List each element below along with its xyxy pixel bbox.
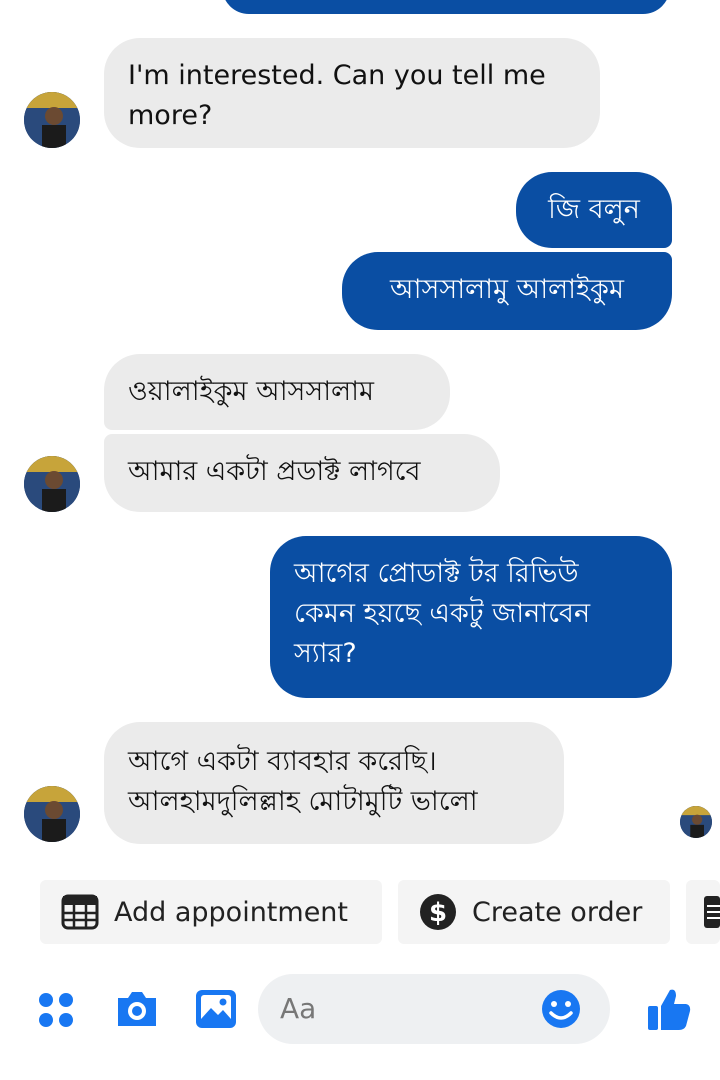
menu-dots-icon[interactable] [36,990,76,1030]
message-bubble-incoming[interactable]: ওয়ালাইকুম আসসালাম [104,354,450,430]
contact-avatar[interactable] [24,92,80,148]
contact-avatar[interactable] [24,786,80,842]
avatar-photo-icon [24,92,80,148]
dollar-icon: $ [420,894,456,930]
message-bubble-outgoing[interactable]: আসসালামু আলাইকুম [342,252,672,330]
avatar-photo-icon [24,456,80,512]
quick-reply-create-order[interactable]: $ Create order [398,880,670,944]
emoji-icon[interactable] [540,988,582,1030]
quick-reply-label: Create order [472,896,643,928]
calendar-icon [61,894,99,930]
message-text: আগের প্রোডাক্ট টর রিভিউ কেমন হয়ছে একটু … [294,558,591,669]
message-text: আগে একটা ব্যাবহার করেছি। আলহামদুলিল্লাহ … [128,746,478,817]
svg-text:$: $ [429,898,447,928]
message-bubble-incoming[interactable]: আগে একটা ব্যাবহার করেছি। আলহামদুলিল্লাহ … [104,722,564,844]
message-text: আমার একটা প্রডাক্ট লাগবে [128,456,421,487]
thumbs-up-icon[interactable] [646,986,692,1032]
quick-reply-add-appointment[interactable]: Add appointment [40,880,382,944]
message-bubble-incoming[interactable]: I'm interested. Can you tell me more? [104,38,600,148]
gallery-icon[interactable] [194,988,238,1030]
message-bubble-outgoing[interactable]: জি বলুন [516,172,672,248]
quick-reply-label: Add appointment [114,896,349,928]
quick-reply-more[interactable] [686,880,720,944]
message-bubble-outgoing[interactable]: আগের প্রোডাক্ট টর রিভিউ কেমন হয়ছে একটু … [270,536,672,698]
partial-outgoing-bubble [222,0,670,14]
avatar-photo-icon [680,806,712,838]
message-text: ওয়ালাইকুম আসসালাম [128,376,374,407]
list-icon [704,896,720,928]
message-input-placeholder: Aa [280,992,317,1025]
contact-avatar[interactable] [24,456,80,512]
message-text: আসসালামু আলাইকুম [390,274,624,305]
avatar-photo-icon [24,786,80,842]
message-text: I'm interested. Can you tell me more? [128,60,546,131]
seen-avatar [680,806,712,838]
camera-icon[interactable] [114,988,160,1030]
message-input[interactable]: Aa [258,974,610,1044]
message-bubble-incoming[interactable]: আমার একটা প্রডাক্ট লাগবে [104,434,500,512]
message-text: জি বলুন [548,194,640,225]
